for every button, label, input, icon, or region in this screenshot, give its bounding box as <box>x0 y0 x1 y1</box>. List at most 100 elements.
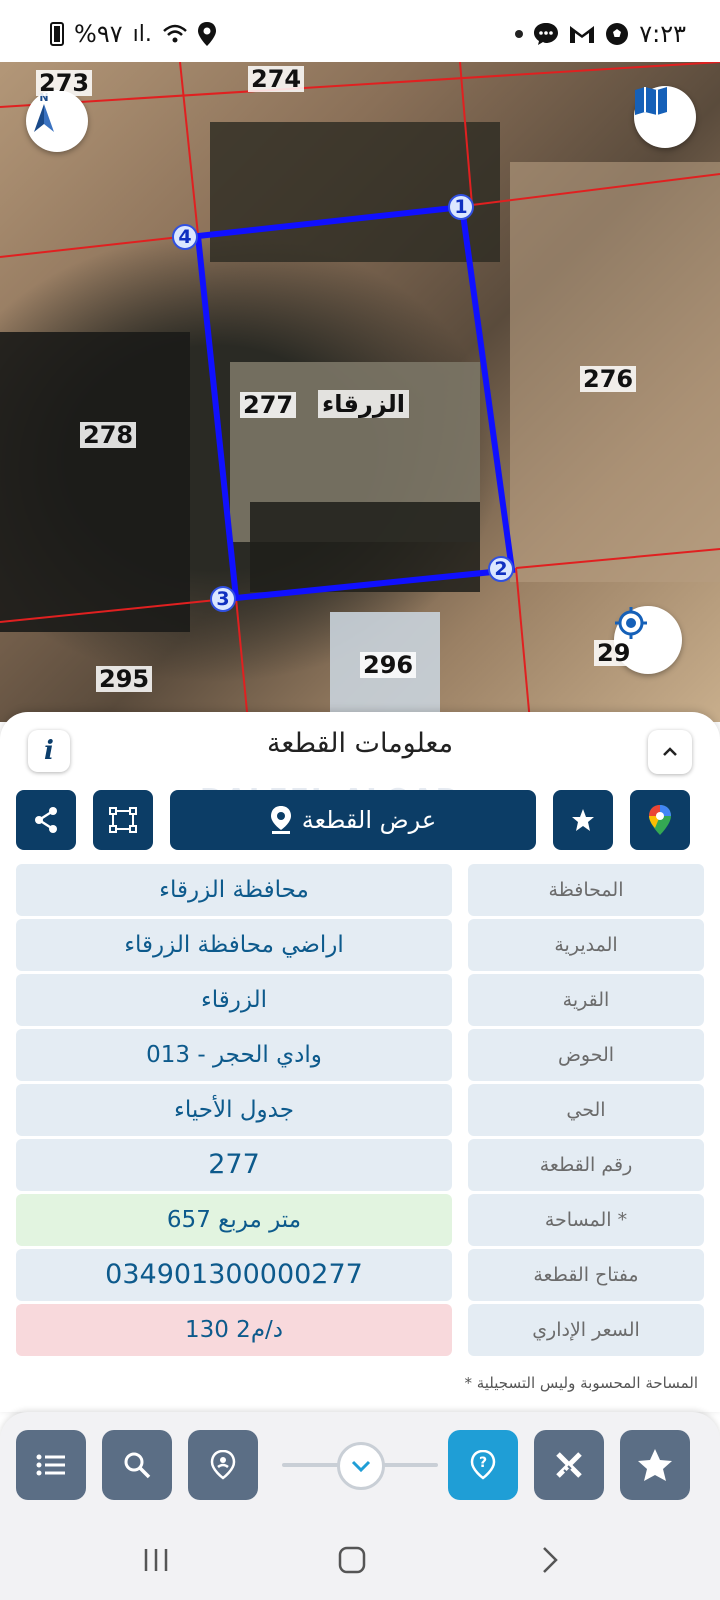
satellite-map[interactable]: N 273 274 276 277 الزرقاء 278 295 296 29… <box>0 62 720 722</box>
parcel-label-274[interactable]: 274 <box>248 66 305 92</box>
home-icon <box>338 1546 366 1574</box>
help-pin-icon: ? <box>470 1450 496 1480</box>
village-value: الزرقاء <box>16 974 452 1026</box>
show-parcel-label: عرض القطعة <box>301 806 437 834</box>
table-row: 130 د/م2 السعر الإداري <box>16 1304 704 1356</box>
table-row: جدول الأحياء الحي <box>16 1084 704 1136</box>
vertex-4[interactable]: 4 <box>172 224 198 250</box>
star-icon <box>638 1449 672 1481</box>
parcel-label-277[interactable]: 277 <box>240 392 297 418</box>
table-row: وادي الحجر - 013 الحوض <box>16 1029 704 1081</box>
messages-icon <box>534 23 559 45</box>
map-place-label: الزرقاء <box>318 390 409 418</box>
gmail-icon <box>570 26 595 43</box>
compass-button[interactable]: N <box>26 90 88 152</box>
trees-area <box>210 122 500 262</box>
notification-dot-icon <box>515 30 524 38</box>
parcel-number-value: 277 <box>16 1139 452 1191</box>
football-icon <box>606 23 629 45</box>
dark-field-area <box>0 332 190 632</box>
places-button[interactable] <box>188 1430 258 1500</box>
help-button[interactable]: ? <box>448 1430 518 1500</box>
vertex-1[interactable]: 1 <box>448 194 474 220</box>
area-label: المساحة * <box>468 1194 704 1246</box>
directorate-label: المديرية <box>468 919 704 971</box>
table-row: اراضي محافظة الزرقاء المديرية <box>16 919 704 971</box>
back-chevron-icon <box>543 1547 558 1573</box>
parcel-key-value: 034901300000277 <box>16 1249 452 1301</box>
status-right: ٧:٢٣ <box>515 20 686 48</box>
svg-text:?: ? <box>479 1455 487 1471</box>
basin-value: وادي الحجر - 013 <box>16 1029 452 1081</box>
table-row: محافظة الزرقاء المحافظة <box>16 864 704 916</box>
expand-slider-handle[interactable] <box>337 1442 385 1490</box>
map-icon <box>635 87 667 115</box>
measure-icon <box>556 1452 582 1478</box>
vertex-2[interactable]: 2 <box>488 556 514 582</box>
parcel-label-296[interactable]: 296 <box>360 652 417 678</box>
polygon-icon <box>109 807 137 833</box>
district-value: جدول الأحياء <box>16 1084 452 1136</box>
crosshair-icon <box>615 607 647 639</box>
village-label: القرية <box>468 974 704 1026</box>
search-button[interactable] <box>102 1430 172 1500</box>
google-maps-icon <box>649 805 671 835</box>
parcel-key-label: مفتاح القطعة <box>468 1249 704 1301</box>
parcel-number-label: رقم القطعة <box>468 1139 704 1191</box>
map-layers-button[interactable] <box>634 86 696 148</box>
show-parcel-button[interactable]: عرض القطعة <box>170 790 536 850</box>
favorites-button[interactable] <box>620 1430 690 1500</box>
favorite-button[interactable] <box>553 790 613 850</box>
parcel-label-273[interactable]: 273 <box>36 70 93 96</box>
directorate-value: اراضي محافظة الزرقاء <box>16 919 452 971</box>
admin-price-value: 130 د/م2 <box>16 1304 452 1356</box>
wifi-icon <box>162 24 187 43</box>
location-pin-icon <box>270 806 291 834</box>
parcel-label-276[interactable]: 276 <box>580 366 637 392</box>
district-label: الحي <box>468 1084 704 1136</box>
location-pin-icon <box>210 1450 236 1480</box>
share-button[interactable] <box>16 790 76 850</box>
list-icon <box>36 1454 65 1476</box>
parcel-info-panel: i معلومات القطعة DALEEL ALQAD عرض القطعة… <box>0 712 720 1412</box>
action-buttons: عرض القطعة <box>16 790 704 850</box>
chevron-down-icon <box>351 1460 371 1472</box>
status-left: %٩٧ ıl. <box>50 20 216 48</box>
admin-price-label: السعر الإداري <box>468 1304 704 1356</box>
governorate-label: المحافظة <box>468 864 704 916</box>
table-row: 034901300000277 مفتاح القطعة <box>16 1249 704 1301</box>
parcel-label-295[interactable]: 295 <box>96 666 153 692</box>
area-footnote: * المساحة المحسوبة وليس التسجيلية <box>464 1374 698 1392</box>
area-value: 657 متر مربع <box>16 1194 452 1246</box>
polygon-button[interactable] <box>93 790 153 850</box>
signal-icon: ıl. <box>132 21 152 47</box>
back-button[interactable] <box>520 1542 580 1578</box>
bottom-toolbar: ? <box>0 1412 720 1520</box>
google-maps-button[interactable] <box>630 790 690 850</box>
battery-icon <box>50 22 64 46</box>
battery-level: %٩٧ <box>74 20 123 48</box>
system-nav-bar <box>0 1520 720 1600</box>
location-icon <box>197 22 216 46</box>
chevron-up-icon <box>663 747 677 756</box>
table-row: 277 رقم القطعة <box>16 1139 704 1191</box>
share-icon <box>35 807 57 833</box>
panel-title: معلومات القطعة <box>266 728 454 759</box>
measure-button[interactable] <box>534 1430 604 1500</box>
star-icon <box>572 809 594 831</box>
recent-apps-icon <box>144 1549 168 1571</box>
clock: ٧:٢٣ <box>639 20 686 48</box>
parcel-label-29x[interactable]: 29 <box>594 640 634 666</box>
vertex-3[interactable]: 3 <box>210 586 236 612</box>
status-bar: %٩٧ ıl. ٧:٢٣ <box>0 0 720 62</box>
governorate-value: محافظة الزرقاء <box>16 864 452 916</box>
parcel-label-278[interactable]: 278 <box>80 422 137 448</box>
recent-apps-button[interactable] <box>126 1542 186 1578</box>
basin-label: الحوض <box>468 1029 704 1081</box>
table-row: الزرقاء القرية <box>16 974 704 1026</box>
table-row: 657 متر مربع المساحة * <box>16 1194 704 1246</box>
search-icon <box>124 1452 151 1479</box>
collapse-button[interactable] <box>648 730 692 774</box>
home-button[interactable] <box>322 1542 382 1578</box>
list-button[interactable] <box>16 1430 86 1500</box>
